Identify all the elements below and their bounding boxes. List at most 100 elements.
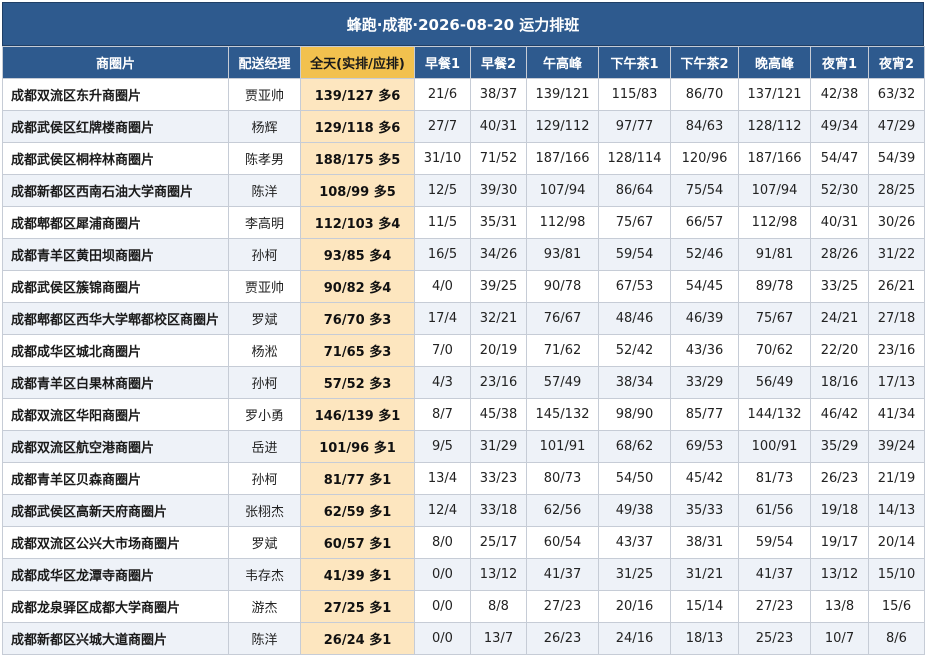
slot-cell: 70/62	[738, 334, 811, 367]
area-name-cell: 成都青羊区黄田坝商圈片	[2, 238, 229, 271]
total-cell: 101/96 多1	[300, 430, 415, 463]
slot-cell: 107/94	[526, 174, 599, 207]
total-cell: 90/82 多4	[300, 270, 415, 303]
area-name-cell: 成都武侯区桐梓林商圈片	[2, 142, 229, 175]
area-name-cell: 成都龙泉驿区成都大学商圈片	[2, 590, 229, 623]
slot-cell: 18/16	[810, 366, 869, 399]
slot-cell: 45/38	[470, 398, 527, 431]
total-cell: 27/25 多1	[300, 590, 415, 623]
area-name-cell: 成都成华区城北商圈片	[2, 334, 229, 367]
slot-cell: 15/14	[670, 590, 739, 623]
slot-cell: 10/7	[810, 622, 869, 655]
manager-cell: 贾亚帅	[228, 270, 301, 303]
slot-cell: 81/73	[738, 462, 811, 495]
slot-cell: 52/30	[810, 174, 869, 207]
area-name-cell: 成都双流区华阳商圈片	[2, 398, 229, 431]
report-title: 蜂跑·成都·2026-08-20 运力排班	[2, 2, 924, 46]
slot-cell: 31/10	[414, 142, 471, 175]
slot-cell: 12/5	[414, 174, 471, 207]
slot-cell: 45/42	[670, 462, 739, 495]
slot-cell: 112/98	[738, 206, 811, 239]
manager-cell: 罗小勇	[228, 398, 301, 431]
slot-cell: 80/73	[526, 462, 599, 495]
slot-cell: 100/91	[738, 430, 811, 463]
table-row: 成都双流区东升商圈片 贾亚帅 139/127 多6 21/6 38/37 139/121 1…	[2, 78, 925, 111]
slot-cell: 71/52	[470, 142, 527, 175]
area-name-cell: 成都武侯区红牌楼商圈片	[2, 110, 229, 143]
slot-cell: 39/30	[470, 174, 527, 207]
slot-cell: 23/16	[868, 334, 925, 367]
slot-cell: 26/23	[526, 622, 599, 655]
slot-cell: 16/5	[414, 238, 471, 271]
slot-cell: 23/16	[470, 366, 527, 399]
slot-cell: 52/46	[670, 238, 739, 271]
slot-cell: 14/13	[868, 494, 925, 527]
slot-cell: 75/67	[598, 206, 671, 239]
slot-cell: 20/19	[470, 334, 527, 367]
area-name-cell: 成都青羊区贝森商圈片	[2, 462, 229, 495]
slot-cell: 33/23	[470, 462, 527, 495]
slot-cell: 25/17	[470, 526, 527, 559]
area-name-cell: 成都成华区龙潭寺商圈片	[2, 558, 229, 591]
slot-cell: 43/36	[670, 334, 739, 367]
manager-cell: 罗斌	[228, 526, 301, 559]
slot-cell: 31/25	[598, 558, 671, 591]
manager-cell: 游杰	[228, 590, 301, 623]
table-row: 成都成华区龙潭寺商圈片 韦存杰 41/39 多1 0/0 13/12 41/37 31/25…	[2, 558, 925, 591]
table-row: 成都新都区兴城大道商圈片 陈洋 26/24 多1 0/0 13/7 26/23 24/16 1…	[2, 622, 925, 655]
total-cell: 57/52 多3	[300, 366, 415, 399]
slot-cell: 128/112	[738, 110, 811, 143]
slot-cell: 59/54	[598, 238, 671, 271]
slot-cell: 27/18	[868, 302, 925, 335]
total-cell: 76/70 多3	[300, 302, 415, 335]
slot-cell: 35/33	[670, 494, 739, 527]
slot-cell: 25/23	[738, 622, 811, 655]
manager-cell: 杨淞	[228, 334, 301, 367]
total-cell: 81/77 多1	[300, 462, 415, 495]
slot-cell: 107/94	[738, 174, 811, 207]
slot-cell: 54/47	[810, 142, 869, 175]
col-header-manager: 配送经理	[228, 46, 301, 79]
total-cell: 71/65 多3	[300, 334, 415, 367]
slot-cell: 187/166	[526, 142, 599, 175]
manager-cell: 韦存杰	[228, 558, 301, 591]
slot-cell: 22/20	[810, 334, 869, 367]
table-row: 成都郫都区西华大学郫都校区商圈片 罗斌 76/70 多3 17/4 32/21 76/67…	[2, 302, 925, 335]
slot-cell: 4/0	[414, 270, 471, 303]
table-row: 成都成华区城北商圈片 杨淞 71/65 多3 7/0 20/19 71/62 52/42 43…	[2, 334, 925, 367]
slot-cell: 145/132	[526, 398, 599, 431]
slot-cell: 84/63	[670, 110, 739, 143]
table-row: 成都双流区公兴大市场商圈片 罗斌 60/57 多1 8/0 25/17 60/54 43/3…	[2, 526, 925, 559]
slot-cell: 46/39	[670, 302, 739, 335]
slot-cell: 54/45	[670, 270, 739, 303]
slot-cell: 52/42	[598, 334, 671, 367]
manager-cell: 张栩杰	[228, 494, 301, 527]
manager-cell: 孙柯	[228, 238, 301, 271]
slot-cell: 42/38	[810, 78, 869, 111]
slot-cell: 4/3	[414, 366, 471, 399]
slot-cell: 30/26	[868, 206, 925, 239]
area-name-cell: 成都郫都区西华大学郫都校区商圈片	[2, 302, 229, 335]
slot-cell: 63/32	[868, 78, 925, 111]
slot-cell: 43/37	[598, 526, 671, 559]
col-header-slot: 下午茶2	[670, 46, 739, 79]
col-header-total: 全天(实排/应排)	[300, 46, 415, 79]
slot-cell: 19/17	[810, 526, 869, 559]
col-header-slot: 夜宵1	[810, 46, 869, 79]
slot-cell: 144/132	[738, 398, 811, 431]
slot-cell: 35/31	[470, 206, 527, 239]
slot-cell: 91/81	[738, 238, 811, 271]
manager-cell: 李高明	[228, 206, 301, 239]
slot-cell: 68/62	[598, 430, 671, 463]
total-cell: 129/118 多6	[300, 110, 415, 143]
slot-cell: 13/4	[414, 462, 471, 495]
table-row: 成都青羊区白果林商圈片 孙柯 57/52 多3 4/3 23/16 57/49 38/34 3…	[2, 366, 925, 399]
table-row: 成都郫都区犀浦商圈片 李高明 112/103 多4 11/5 35/31 112/98 75…	[2, 206, 925, 239]
slot-cell: 93/81	[526, 238, 599, 271]
slot-cell: 7/0	[414, 334, 471, 367]
slot-cell: 137/121	[738, 78, 811, 111]
slot-cell: 28/25	[868, 174, 925, 207]
slot-cell: 35/29	[810, 430, 869, 463]
slot-cell: 47/29	[868, 110, 925, 143]
slot-cell: 120/96	[670, 142, 739, 175]
